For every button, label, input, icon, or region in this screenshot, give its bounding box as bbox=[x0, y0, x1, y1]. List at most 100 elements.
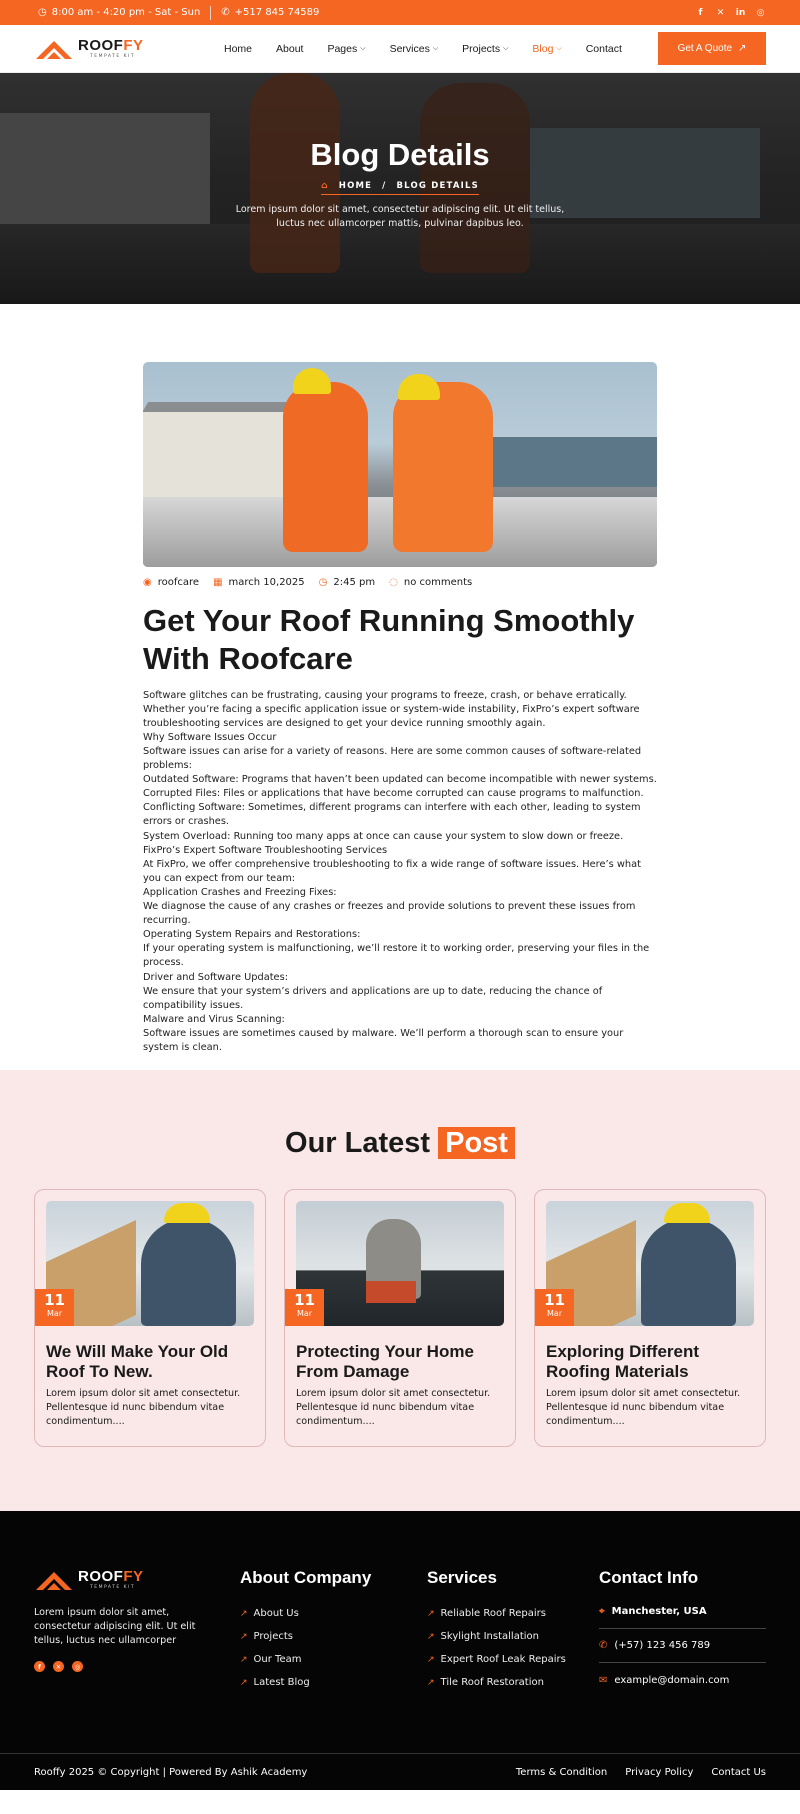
top-bar-info: ◷ 8:00 am - 4:20 pm - Sat - Sun ✆ +517 8… bbox=[38, 5, 319, 20]
nav-about[interactable]: About bbox=[276, 43, 303, 55]
footer-link[interactable]: ↗ Tile Roof Restoration bbox=[427, 1671, 599, 1694]
terms-link[interactable]: Terms & Condition bbox=[516, 1767, 607, 1778]
clock-icon: ◷ bbox=[318, 577, 328, 588]
article-paragraph: Malware and Virus Scanning: bbox=[143, 1013, 285, 1025]
footer-link[interactable]: ↗ Expert Roof Leak Repairs bbox=[427, 1648, 599, 1671]
date-month: Mar bbox=[296, 1308, 313, 1318]
footer-bottom-bar: Rooffy 2025 © Copyright | Powered By Ash… bbox=[0, 1753, 800, 1790]
breadcrumb: ⌂ HOME / BLOG DETAILS bbox=[321, 181, 479, 195]
phone-text: +517 845 74589 bbox=[234, 7, 320, 18]
user-icon: ◉ bbox=[143, 577, 152, 588]
instagram-icon[interactable]: ◎ bbox=[755, 7, 766, 18]
arrow-up-right-icon: ↗ bbox=[427, 1677, 435, 1688]
footer-legal-links: Terms & Condition Privacy Policy Contact… bbox=[516, 1767, 766, 1778]
image-worker bbox=[393, 382, 493, 552]
mail-icon: ✉ bbox=[599, 1674, 608, 1686]
site-footer: ROOFFY TEMPATE KIT Lorem ipsum dolor sit… bbox=[0, 1511, 800, 1790]
article-title: Get Your Roof Running Smoothly With Roof… bbox=[143, 603, 635, 676]
article-paragraph: Why Software Issues Occur bbox=[143, 731, 277, 743]
article-paragraph: Driver and Software Updates: bbox=[143, 971, 288, 983]
nav-services[interactable]: Services ⌵ bbox=[390, 43, 439, 55]
breadcrumb-current: BLOG DETAILS bbox=[396, 181, 479, 191]
arrow-up-right-icon: ↗ bbox=[427, 1631, 435, 1642]
get-quote-button[interactable]: Get A Quote ↗ bbox=[658, 32, 766, 65]
footer-brand: ROOFFY TEMPATE KIT Lorem ipsum dolor sit… bbox=[34, 1568, 240, 1697]
nav-contact[interactable]: Contact bbox=[586, 43, 622, 55]
phone-info[interactable]: ✆ +517 845 74589 bbox=[221, 7, 319, 18]
site-logo[interactable]: ROOFFY TEMPATE KIT bbox=[34, 37, 214, 61]
meta-time: ◷ 2:45 pm bbox=[318, 577, 376, 588]
arrow-up-right-icon: ↗ bbox=[240, 1677, 248, 1688]
nav-projects[interactable]: Projects ⌵ bbox=[462, 43, 508, 55]
nav-home[interactable]: Home bbox=[224, 43, 252, 55]
post-card[interactable]: 11 Mar Protecting Your Home From Damage … bbox=[284, 1189, 516, 1447]
post-excerpt: Lorem ipsum dolor sit amet consectetur. … bbox=[46, 1388, 241, 1428]
page-hero: Blog Details ⌂ HOME / BLOG DETAILS Lorem… bbox=[0, 73, 800, 304]
footer-heading: About Company bbox=[240, 1568, 372, 1587]
footer-link[interactable]: ↗ Latest Blog bbox=[240, 1671, 427, 1694]
post-cards: 11 Mar We Will Make Your Old Roof To New… bbox=[0, 1189, 800, 1447]
privacy-link[interactable]: Privacy Policy bbox=[625, 1767, 693, 1778]
home-icon: ⌂ bbox=[321, 181, 329, 191]
contact-email[interactable]: ✉ example@domain.com bbox=[599, 1663, 766, 1697]
post-image[interactable]: 11 Mar bbox=[535, 1201, 754, 1326]
article-body: Software glitches can be frustrating, ca… bbox=[143, 689, 657, 1055]
divider bbox=[210, 5, 212, 20]
article-paragraph: Conflicting Software: Sometimes, differe… bbox=[143, 802, 641, 828]
linkedin-icon[interactable]: in bbox=[735, 7, 746, 18]
get-quote-label: Get A Quote bbox=[677, 43, 733, 54]
footer-link-list: ↗ Reliable Roof Repairs ↗ Skylight Install… bbox=[427, 1602, 599, 1694]
article-paragraph: If your operating system is malfunctioni… bbox=[143, 943, 650, 969]
copyright-text: Rooffy 2025 © Copyright | Powered By Ash… bbox=[34, 1766, 308, 1778]
contact-list: ⌖ Manchester, USA ✆ (+57) 123 456 789 ✉ exa… bbox=[599, 1595, 766, 1697]
article-paragraph: FixPro’s Expert Software Troubleshooting… bbox=[143, 844, 388, 856]
footer-services: Services ↗ Reliable Roof Repairs ↗ Skyligh… bbox=[427, 1568, 599, 1697]
arrow-up-right-icon: ↗ bbox=[738, 43, 747, 54]
breadcrumb-home[interactable]: HOME bbox=[339, 181, 372, 191]
footer-link[interactable]: ↗ About Us bbox=[240, 1602, 427, 1625]
footer-description: Lorem ipsum dolor sit amet, consectetur … bbox=[34, 1607, 196, 1646]
article-paragraph: Corrupted Files: Files or applications t… bbox=[143, 788, 644, 800]
meta-author[interactable]: ◉ roofcare bbox=[143, 577, 199, 588]
article-paragraph: Software issues can arise for a variety … bbox=[143, 746, 642, 772]
footer-about: About Company ↗ About Us ↗ Projects ↗ Our T… bbox=[240, 1568, 427, 1697]
footer-link-list: ↗ About Us ↗ Projects ↗ Our Team ↗ Latest Bl… bbox=[240, 1602, 427, 1694]
post-excerpt: Lorem ipsum dolor sit amet consectetur. … bbox=[296, 1388, 491, 1428]
post-title[interactable]: We Will Make Your Old Roof To New. bbox=[46, 1342, 254, 1382]
nav-pages[interactable]: Pages ⌵ bbox=[327, 43, 365, 55]
contact-phone[interactable]: ✆ (+57) 123 456 789 bbox=[599, 1629, 766, 1663]
post-card[interactable]: 11 Mar Exploring Different Roofing Mater… bbox=[534, 1189, 766, 1447]
footer-link[interactable]: ↗ Skylight Installation bbox=[427, 1625, 599, 1648]
contact-link[interactable]: Contact Us bbox=[711, 1767, 766, 1778]
post-image[interactable]: 11 Mar bbox=[285, 1201, 504, 1326]
instagram-icon[interactable]: ◎ bbox=[72, 1661, 83, 1672]
post-image[interactable]: 11 Mar bbox=[35, 1201, 254, 1326]
logo-name: ROOFFY bbox=[78, 36, 144, 54]
image-background-town bbox=[487, 437, 657, 487]
date-month: Mar bbox=[46, 1308, 63, 1318]
nav-blog[interactable]: Blog ⌵ bbox=[532, 43, 561, 55]
hero-description: Lorem ipsum dolor sit amet, consectetur … bbox=[235, 204, 565, 229]
logo-text: ROOFFY TEMPATE KIT bbox=[78, 38, 144, 60]
contact-address: ⌖ Manchester, USA bbox=[599, 1595, 766, 1629]
meta-comments[interactable]: ◌ no comments bbox=[389, 577, 472, 588]
post-excerpt: Lorem ipsum dolor sit amet consectetur. … bbox=[546, 1388, 741, 1428]
article-paragraph: Outdated Software: Programs that haven’t… bbox=[143, 774, 657, 786]
post-title[interactable]: Exploring Different Roofing Materials bbox=[546, 1342, 754, 1382]
x-icon[interactable]: ✕ bbox=[715, 7, 726, 18]
footer-logo[interactable]: ROOFFY TEMPATE KIT bbox=[34, 1568, 240, 1592]
date-badge: 11 Mar bbox=[35, 1289, 74, 1326]
date-day: 11 bbox=[294, 1291, 315, 1309]
facebook-icon[interactable]: f bbox=[695, 7, 706, 18]
x-icon[interactable]: ✕ bbox=[53, 1661, 64, 1672]
footer-link[interactable]: ↗ Reliable Roof Repairs bbox=[427, 1602, 599, 1625]
footer-link[interactable]: ↗ Our Team bbox=[240, 1648, 427, 1671]
article-paragraph: Software glitches can be frustrating, ca… bbox=[143, 689, 640, 729]
facebook-icon[interactable]: f bbox=[34, 1661, 45, 1672]
date-day: 11 bbox=[44, 1291, 65, 1309]
post-title[interactable]: Protecting Your Home From Damage bbox=[296, 1342, 504, 1382]
post-card[interactable]: 11 Mar We Will Make Your Old Roof To New… bbox=[34, 1189, 266, 1447]
comment-icon: ◌ bbox=[389, 577, 398, 588]
footer-link[interactable]: ↗ Projects bbox=[240, 1625, 427, 1648]
main-header: ROOFFY TEMPATE KIT Home About Pages ⌵ Ser… bbox=[0, 25, 800, 73]
